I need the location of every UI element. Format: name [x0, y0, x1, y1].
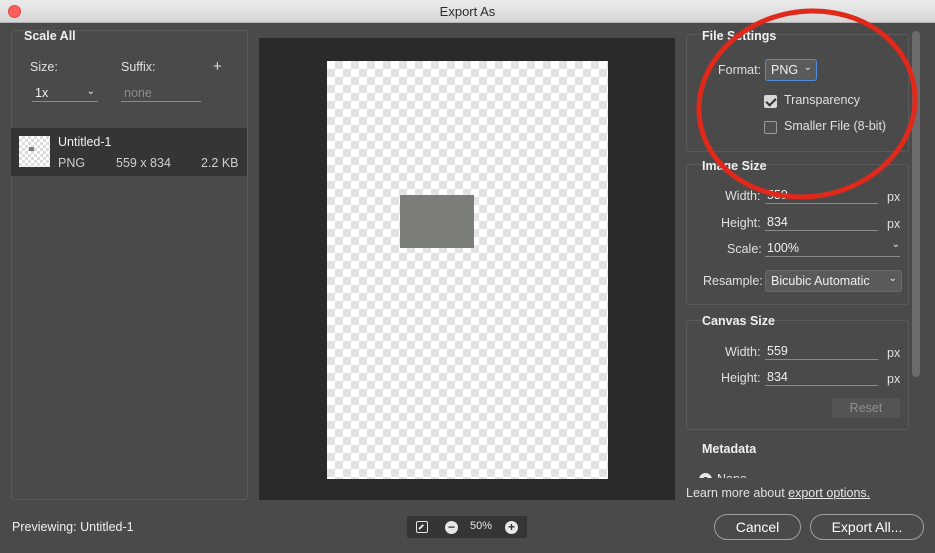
canvas-width-unit: px	[887, 346, 901, 360]
asset-thumbnail	[19, 136, 50, 167]
learn-more-text: Learn more about export options.	[686, 486, 870, 500]
size-label: Size:	[30, 60, 58, 74]
resample-select[interactable]: Bicubic Automatic ⌄	[765, 270, 902, 292]
scale-value: 100%	[767, 241, 799, 255]
canvas-size-title: Canvas Size	[702, 314, 775, 328]
suffix-label: Suffix:	[121, 60, 156, 74]
resample-value: Bicubic Automatic	[771, 274, 870, 288]
export-options-link[interactable]: export options.	[788, 486, 870, 500]
zoom-controls: − 50% +	[407, 516, 527, 538]
asset-format: PNG	[58, 156, 86, 170]
asset-file-size: 2.2 KB	[201, 156, 239, 170]
image-height-label: Height:	[721, 216, 761, 230]
scale-select[interactable]: 100% ⌄	[765, 239, 900, 257]
reset-button[interactable]: Reset	[832, 398, 900, 418]
export-all-button[interactable]: Export All...	[810, 514, 924, 540]
canvas-height-unit: px	[887, 372, 901, 386]
learn-more-prefix: Learn more about	[686, 486, 789, 500]
image-width-unit: px	[887, 190, 901, 204]
asset-row[interactable]: Untitled-1 PNG 559 x 834 2.2 KB	[11, 128, 247, 176]
window-title: Export As	[439, 4, 496, 19]
chevron-down-icon: ⌄	[888, 273, 897, 284]
preview-shape	[400, 195, 474, 248]
zoom-out-icon[interactable]: −	[445, 521, 458, 534]
fit-view-icon[interactable]	[416, 521, 428, 533]
resample-label: Resample:	[703, 274, 763, 288]
cancel-label: Cancel	[735, 519, 780, 535]
canvas-width-label: Width:	[725, 345, 761, 359]
fit-view-glyph	[418, 524, 424, 530]
size-value: 1x	[35, 86, 49, 100]
metadata-title: Metadata	[702, 442, 757, 456]
export-all-label: Export All...	[831, 519, 903, 535]
image-height-value: 834	[767, 215, 788, 229]
image-height-unit: px	[887, 217, 901, 231]
image-height-input[interactable]: 834	[765, 214, 878, 231]
scale-label: Scale:	[727, 242, 762, 256]
size-select[interactable]: 1x ⌄	[32, 85, 98, 102]
previewing-text: Previewing: Untitled-1	[12, 520, 134, 534]
asset-dimensions: 559 x 834	[116, 156, 171, 170]
canvas-height-value: 834	[767, 370, 788, 384]
suffix-placeholder: none	[124, 86, 152, 100]
close-window-button[interactable]	[8, 5, 21, 18]
canvas-height-input[interactable]: 834	[765, 369, 878, 386]
zoom-in-icon[interactable]: +	[505, 521, 518, 534]
reset-label: Reset	[849, 401, 883, 415]
preview-canvas	[327, 61, 608, 479]
zoom-level: 50%	[470, 520, 493, 532]
scale-all-title: Scale All	[24, 29, 76, 43]
chevron-down-icon: ⌄	[86, 86, 95, 97]
chevron-down-icon: ⌄	[891, 239, 900, 250]
suffix-input[interactable]: none	[121, 85, 201, 102]
canvas-height-label: Height:	[721, 371, 761, 385]
canvas-width-value: 559	[767, 344, 788, 358]
asset-name: Untitled-1	[58, 135, 112, 149]
add-scale-button[interactable]: +	[213, 58, 222, 75]
cancel-button[interactable]: Cancel	[714, 514, 801, 540]
canvas-width-input[interactable]: 559	[765, 343, 878, 360]
